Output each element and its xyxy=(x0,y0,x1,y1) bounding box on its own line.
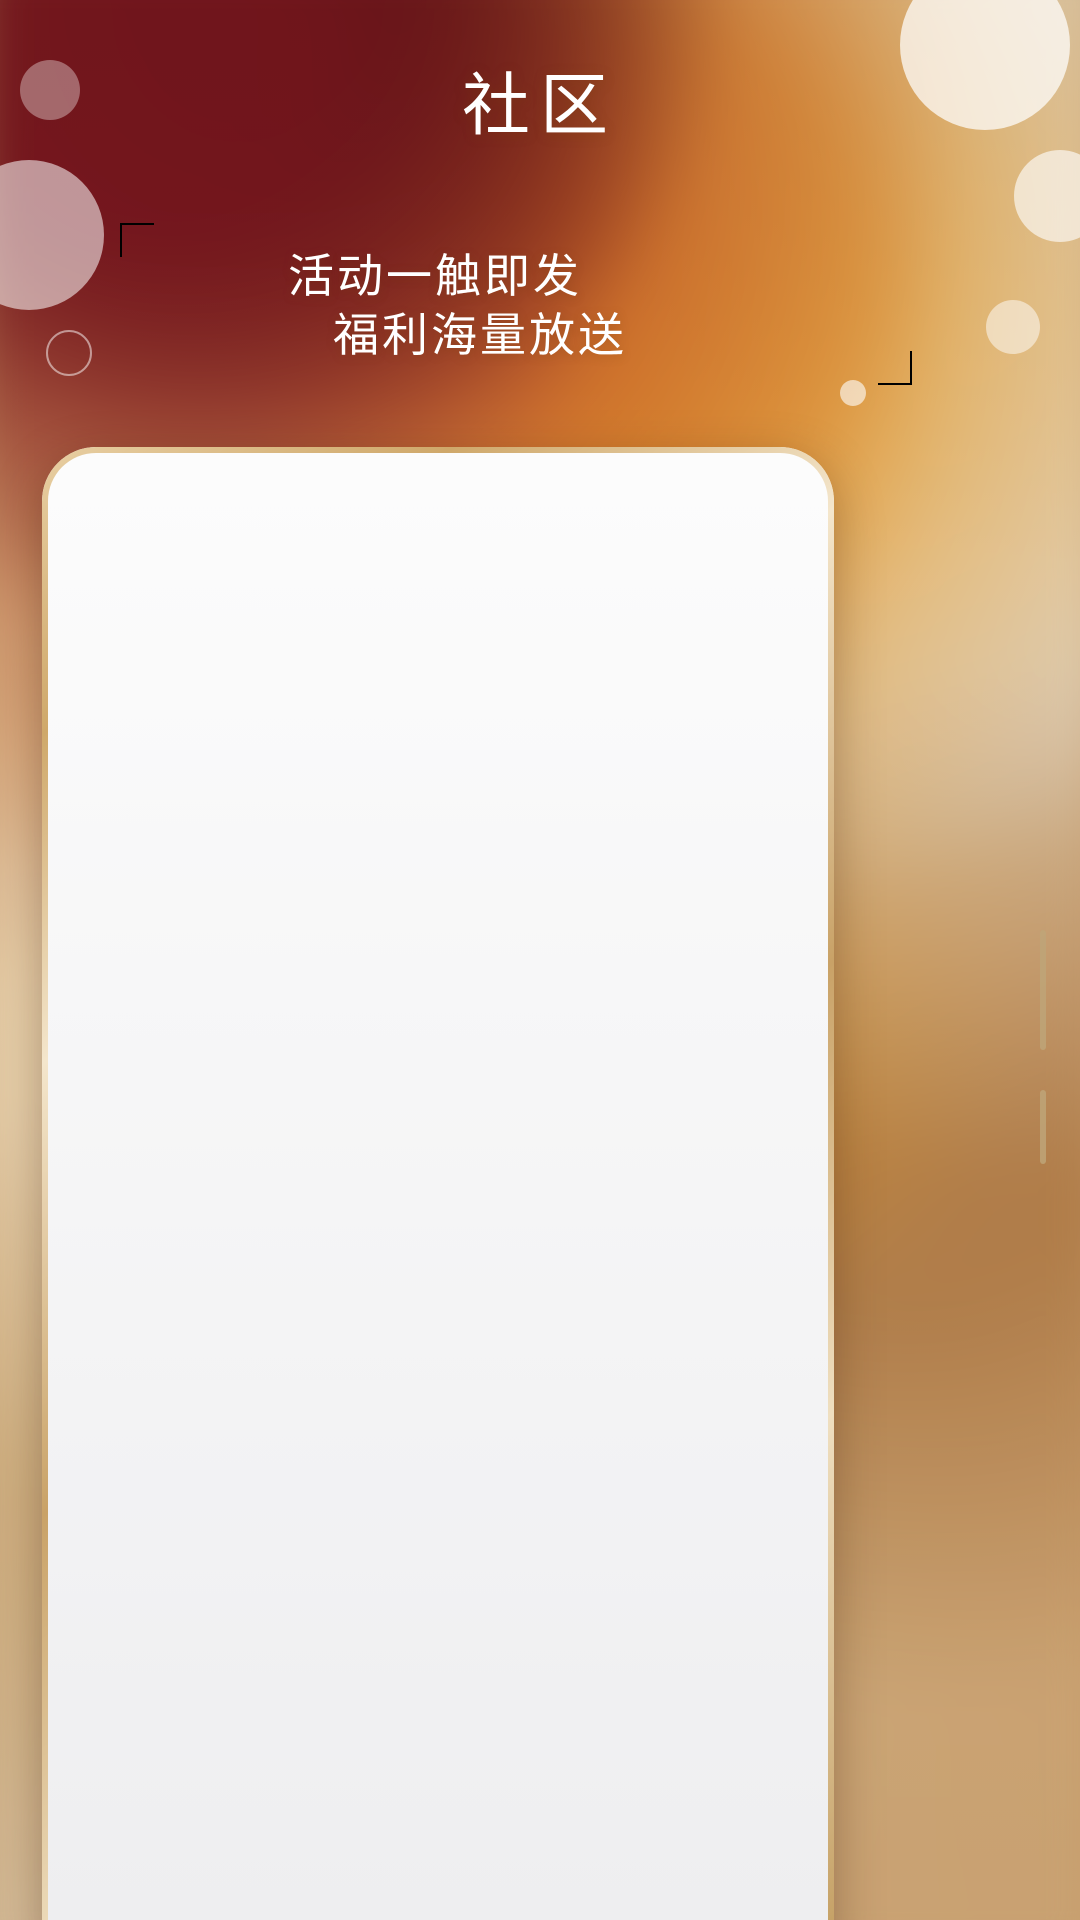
promo-headline: 社区 xyxy=(0,72,1080,140)
bokeh-circle xyxy=(986,300,1040,354)
article-hero-image xyxy=(48,710,828,1125)
signal-bars-icon xyxy=(715,582,752,606)
battery-indicator: 37 xyxy=(762,580,817,608)
proximity-sensor-icon xyxy=(514,501,538,527)
front-camera-icon xyxy=(574,497,606,529)
article-body-text: 有些技能只可意会不可言传，有些方法只可亲授不可图示，但是我又不在你身边，所以，视… xyxy=(118,1172,736,1312)
corner-bracket-bottom-right-icon xyxy=(878,351,912,385)
phone-screen-area: 16:07 37 烘焙视频 收藏 有些技能只可意会不可言传，有些方法只可亲授不可… xyxy=(48,453,828,1920)
status-bar: 16:07 37 xyxy=(48,570,828,618)
alarm-clock-icon xyxy=(603,579,633,609)
promo-subtitle-line-1: 活动一触即发 xyxy=(288,250,582,302)
earpiece-speaker-icon xyxy=(340,505,448,519)
page-title-nav: 烘焙视频 xyxy=(305,648,429,682)
share-icon xyxy=(613,640,649,680)
next-card-title: 视频食谱 xyxy=(104,1864,329,1920)
people-icon xyxy=(64,581,94,607)
status-bar-right: 37 xyxy=(582,579,817,609)
share-button[interactable] xyxy=(600,631,662,693)
article-attribution: 「小康」是个好同志！#2015-06-30 xyxy=(381,1422,794,1451)
article-content: 有些技能只可意会不可言传，有些方法只可亲授不可图示，但是我又不在你身边，所以，视… xyxy=(48,706,828,1920)
status-bar-left xyxy=(64,581,264,607)
bokeh-circle xyxy=(840,380,866,406)
wifi-icon xyxy=(673,581,705,607)
back-button[interactable] xyxy=(72,631,134,693)
app-nav-bar: 烘焙视频 收藏 xyxy=(48,618,828,706)
chevron-left-icon xyxy=(91,637,114,686)
promo-subtitle-line-2: 福利海量放送 xyxy=(333,308,627,361)
bluetooth-icon xyxy=(643,579,663,609)
phone-mockup: 16:07 37 烘焙视频 收藏 有些技能只可意会不可言传，有些方法只可亲授不可… xyxy=(42,447,834,1920)
favorite-button[interactable]: 收藏 xyxy=(676,630,804,693)
status-bar-clock: 16:07 xyxy=(384,577,462,610)
phone-volume-button[interactable] xyxy=(1040,930,1046,1050)
next-article-card[interactable]: 视频食谱 芒果蛋糕卷 达人手作视频 xyxy=(48,1834,828,1920)
promo-subtitle: 活动一触即发 福利海量放送 xyxy=(120,247,780,365)
phone-power-button[interactable] xyxy=(1040,1090,1046,1164)
page-title: 社区 xyxy=(461,68,618,144)
promo-subtitle-block: 活动一触即发 福利海量放送 xyxy=(120,215,912,395)
bokeh-ring xyxy=(46,330,92,376)
phone-top-bezel xyxy=(48,453,828,570)
